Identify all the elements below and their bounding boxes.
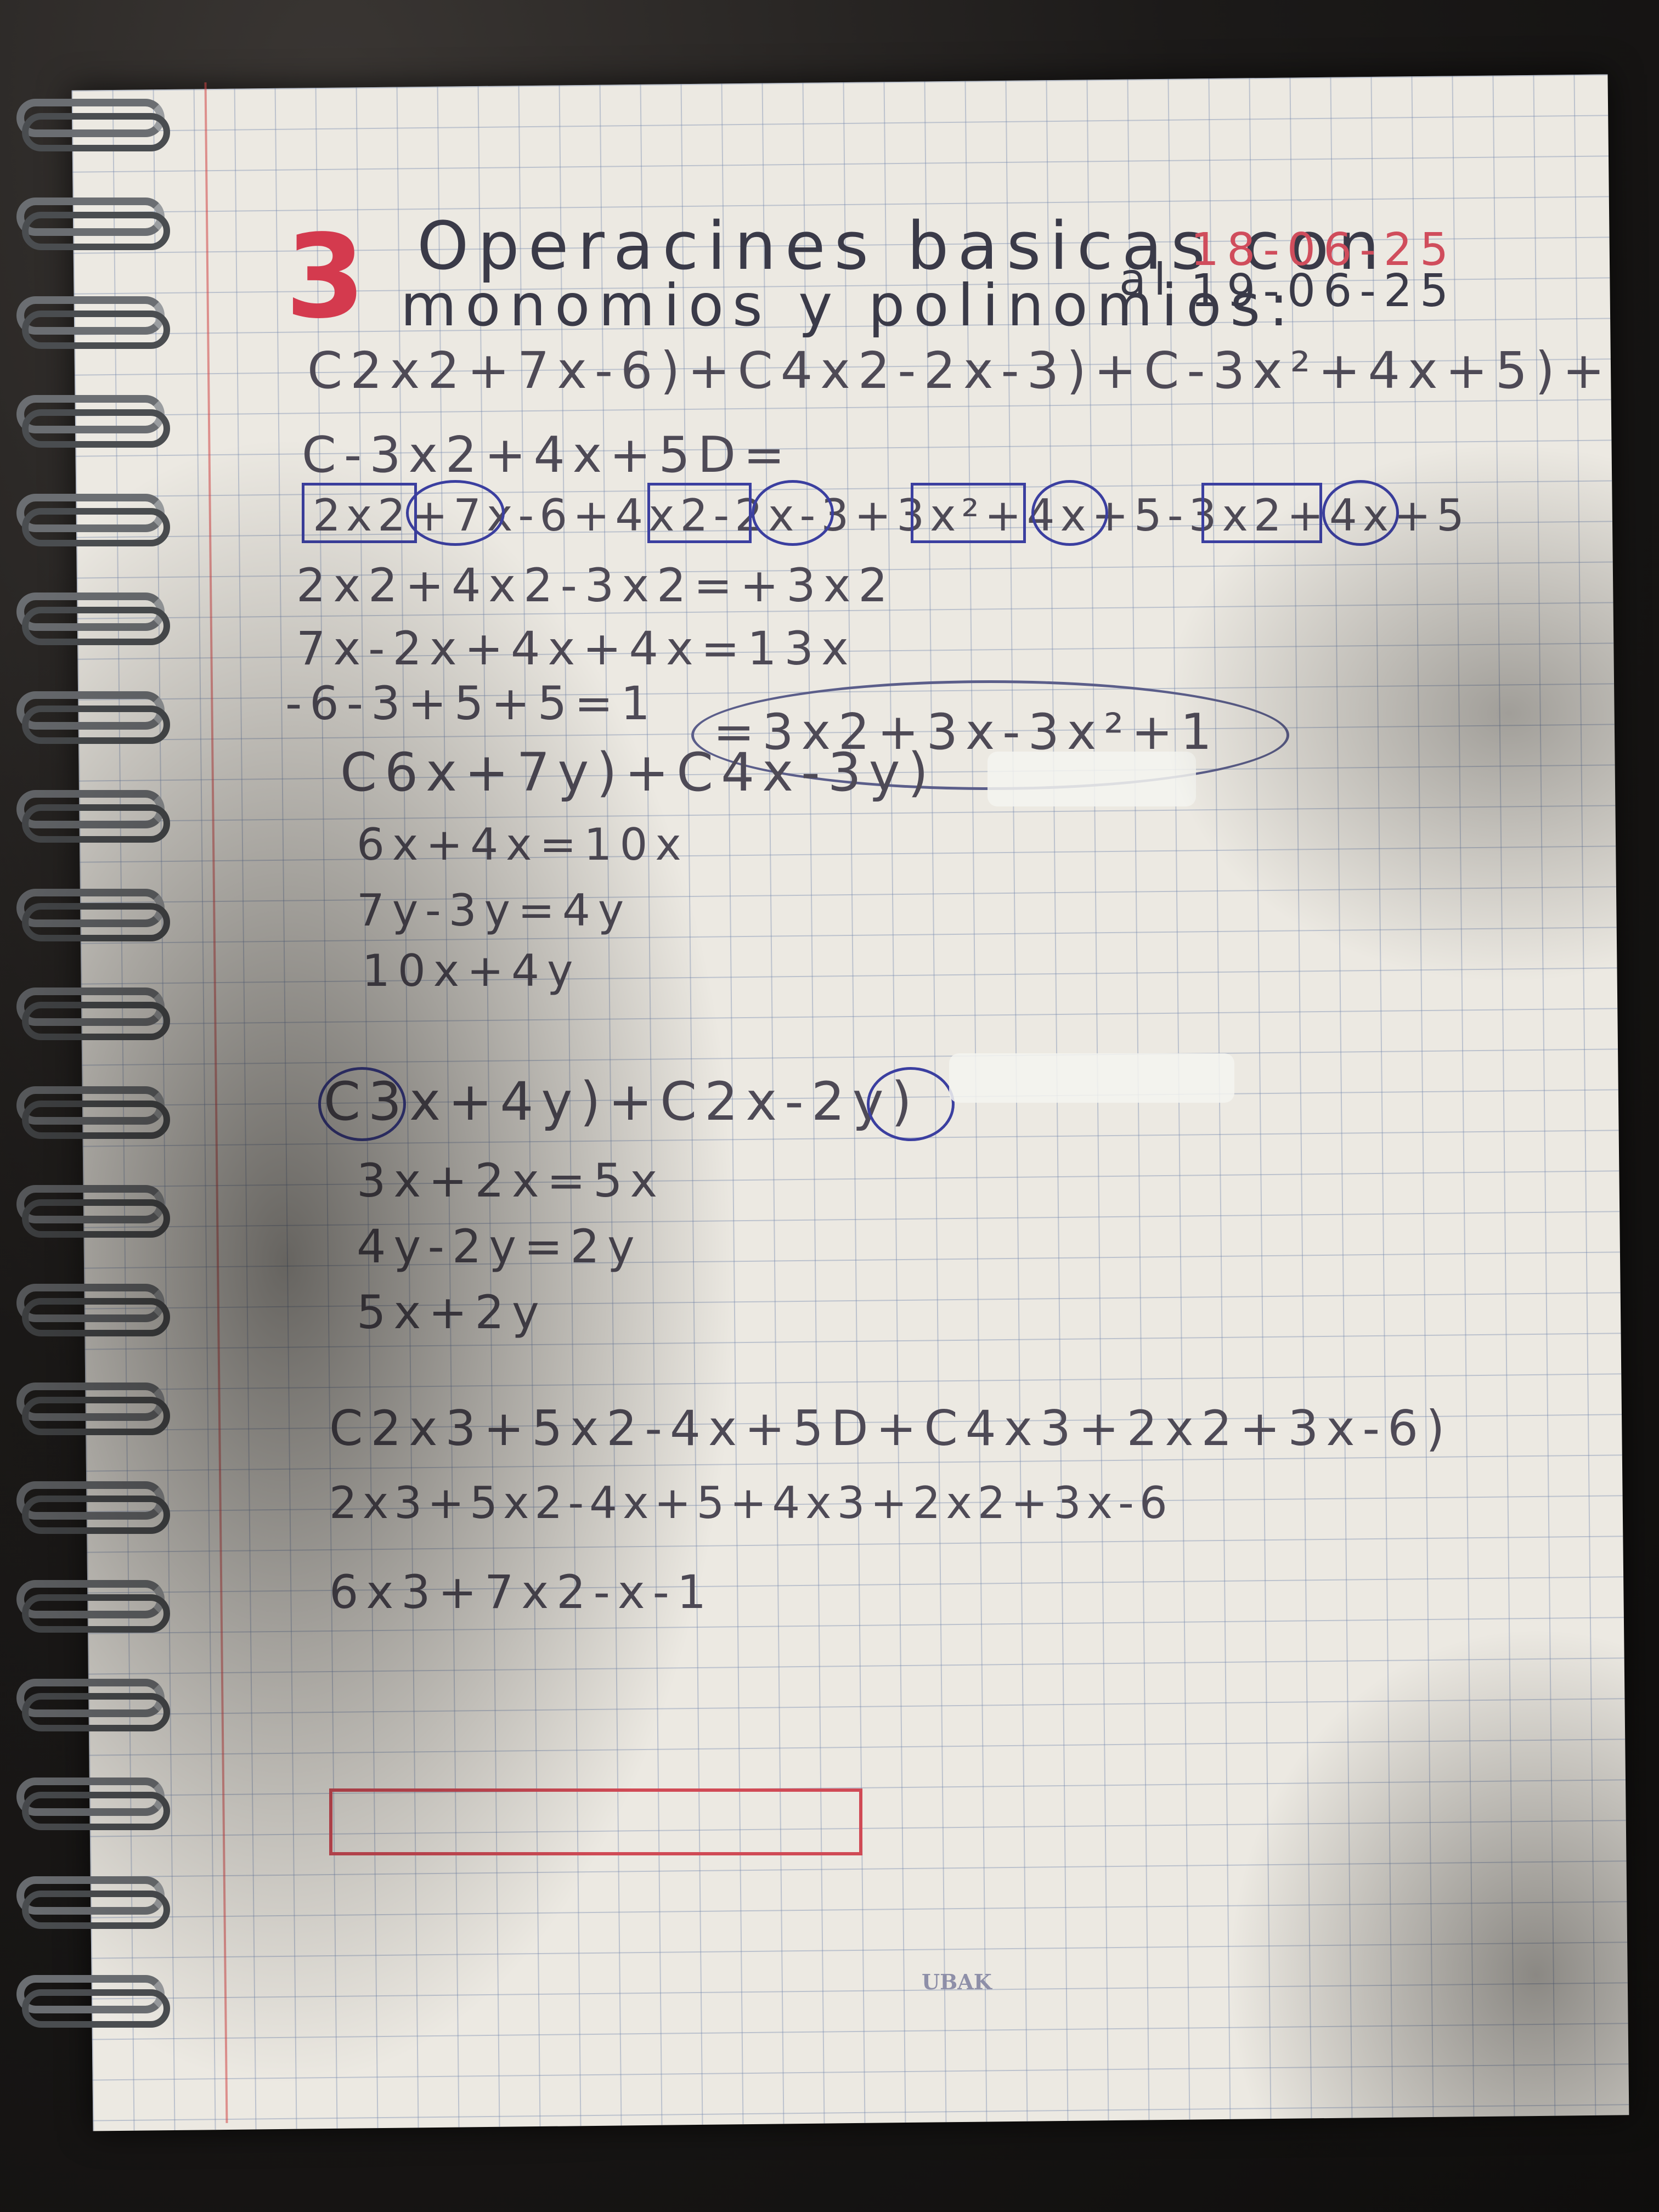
ex2-step1: 6x+4x=10x xyxy=(357,819,689,870)
spiral-ring xyxy=(16,1975,170,2028)
ex2-step2: 7y-3y=4y xyxy=(357,885,632,936)
spiral-ring xyxy=(16,1284,170,1336)
spiral-ring xyxy=(16,198,170,250)
spiral-ring xyxy=(16,988,170,1040)
paper-brand-stamp: UBAK xyxy=(922,1970,992,1994)
ex1-step1: 2x2+4x2-3x2=+3x2 xyxy=(296,558,895,612)
spiral-ring xyxy=(16,889,170,941)
ex3-result: 5x+2y xyxy=(357,1285,547,1339)
ex3-step1: 3x+2x=5x xyxy=(357,1154,665,1207)
term-circle xyxy=(867,1067,955,1141)
correction-tape xyxy=(949,1053,1234,1103)
spiral-ring xyxy=(16,790,170,843)
ex4-expression: C2x3+5x2-4x+5D+C4x3+2x2+3x-6) xyxy=(329,1400,1453,1457)
ex4-result: 6x3+7x2-x-1 xyxy=(329,1565,714,1619)
spiral-binding xyxy=(0,99,181,2101)
spiral-ring xyxy=(16,1185,170,1238)
ex2-expression: C6x+7y)+C4x-3y) xyxy=(340,742,936,803)
term-circle xyxy=(752,480,834,546)
spiral-ring xyxy=(16,1778,170,1830)
photo-scene: 3 Operacines basicas con monomios y poli… xyxy=(0,0,1659,2212)
term-circle xyxy=(1031,480,1108,546)
ex1-line2: C-3x2+4x+5D= xyxy=(302,426,793,484)
spiral-ring xyxy=(16,99,170,151)
term-box xyxy=(911,483,1026,543)
term-circle xyxy=(318,1067,406,1141)
spiral-ring xyxy=(16,1876,170,1929)
date-to: 19-06-25 xyxy=(1190,265,1457,317)
spiral-ring xyxy=(16,691,170,744)
spiral-ring xyxy=(16,1086,170,1139)
spiral-ring xyxy=(16,1383,170,1435)
term-box xyxy=(302,483,417,543)
correction-tape xyxy=(988,752,1196,806)
spiral-ring xyxy=(16,395,170,448)
spiral-ring xyxy=(16,1580,170,1633)
spiral-ring xyxy=(16,1679,170,1731)
ex1-step2: 7x-2x+4x+4x=13x xyxy=(296,622,856,675)
term-circle xyxy=(1322,480,1399,546)
al-word: al xyxy=(1119,254,1174,305)
term-box xyxy=(1201,483,1322,543)
ex3-step2: 4y-2y=2y xyxy=(357,1220,642,1273)
ex2-result: 10x+4y xyxy=(362,945,581,996)
exercise-number: 3 xyxy=(285,210,374,344)
spiral-ring xyxy=(16,494,170,546)
ex1-step3: -6-3+5+5=1 xyxy=(285,676,658,730)
ex3-expression: C3x+4y)+C2x-2y) xyxy=(324,1071,920,1132)
term-box xyxy=(647,483,752,543)
ex4-line2: 2x3+5x2-4x+5+4x3+2x2+3x-6 xyxy=(329,1477,1173,1528)
term-circle xyxy=(406,480,505,546)
answer-box xyxy=(329,1788,862,1855)
spiral-ring xyxy=(16,296,170,349)
spiral-ring xyxy=(16,1481,170,1534)
spiral-ring xyxy=(16,592,170,645)
ex1-line1: C2x2+7x-6)+C4x2-2x-3)+C-3x²+4x+5)+ xyxy=(307,341,1613,400)
